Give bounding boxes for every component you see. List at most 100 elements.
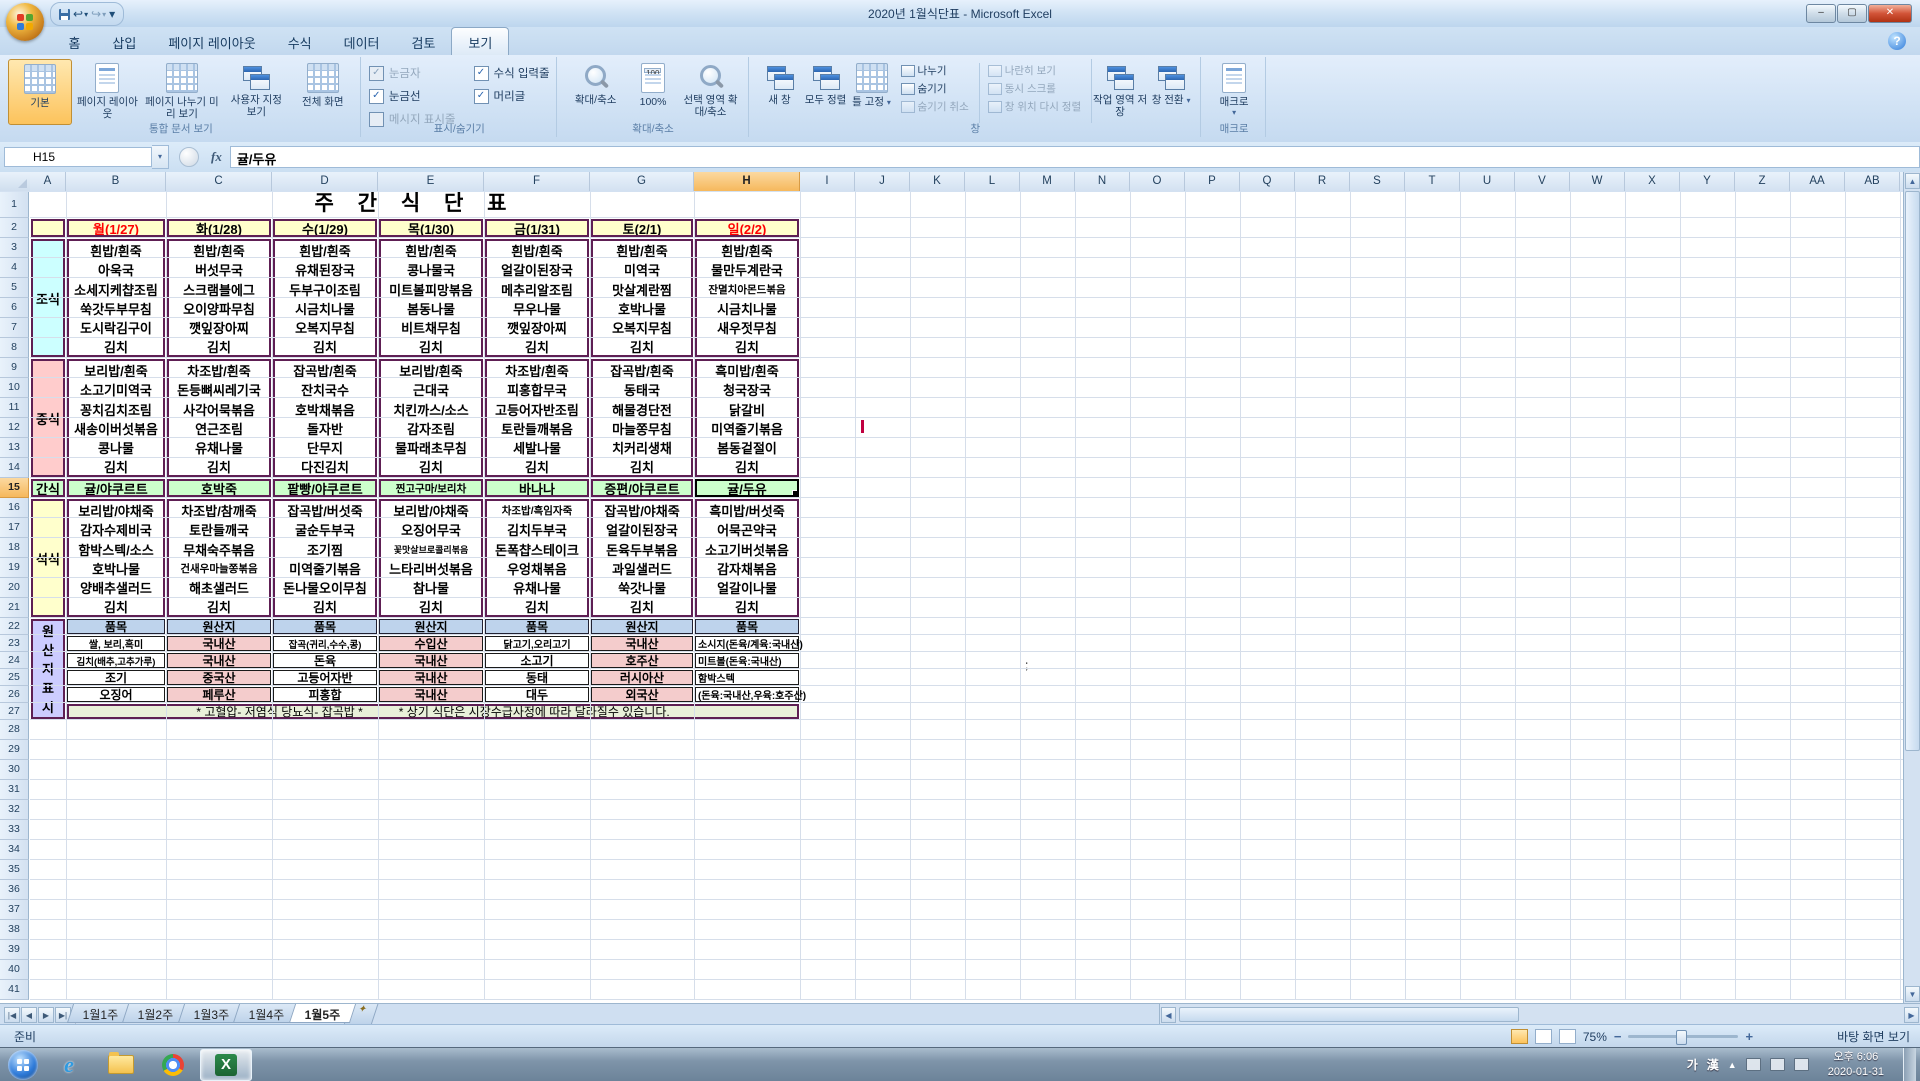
select-all-corner[interactable]	[0, 172, 31, 191]
zoom-to-selection-button[interactable]: 선택 영역 확대/축소	[680, 59, 742, 123]
column-header-J[interactable]: J	[855, 172, 910, 191]
origin-cell[interactable]: 국내산	[591, 636, 693, 651]
origin-cell[interactable]: 국내산	[167, 653, 271, 668]
page-break-preview-button[interactable]: 페이지 나누기 미리 보기	[143, 59, 221, 123]
column-header-AA[interactable]: AA	[1790, 172, 1845, 191]
column-header-H[interactable]: H	[694, 172, 800, 191]
maximize-button[interactable]: ▢	[1837, 4, 1867, 23]
taskbar-clock[interactable]: 오후 6:06 2020-01-31	[1818, 1050, 1894, 1079]
ribbon-tab-페이지 레이아웃[interactable]: 페이지 레이아웃	[152, 28, 271, 56]
zoom-in-icon[interactable]: +	[1745, 1029, 1753, 1044]
page-break-preview-icon[interactable]	[1558, 1029, 1576, 1044]
row-header-34[interactable]: 34	[0, 840, 29, 860]
row-header-21[interactable]: 21	[0, 598, 29, 618]
origin-header-cell[interactable]: 품목	[273, 619, 377, 634]
column-header-V[interactable]: V	[1515, 172, 1570, 191]
normal-view-button[interactable]: 기본	[8, 59, 72, 125]
unhide-button[interactable]: 숨기기 취소	[900, 99, 969, 114]
headings-checkbox[interactable]: ✓ 머리글	[473, 88, 550, 104]
column-header-A[interactable]: A	[30, 172, 66, 191]
origin-cell[interactable]: (돈육:국내산,우육:호주산)	[695, 687, 806, 702]
row-header-13[interactable]: 13	[0, 438, 29, 458]
origin-cell[interactable]: 국내산	[167, 636, 271, 651]
corner-label-cell[interactable]	[31, 219, 65, 237]
name-box-dropdown-icon[interactable]: ▾	[152, 145, 169, 169]
tray-keyboard-icon[interactable]	[1745, 1058, 1761, 1071]
hidden-icons-icon[interactable]: ▲	[1728, 1060, 1737, 1070]
ribbon-tab-데이터[interactable]: 데이터	[328, 28, 396, 56]
origin-cell[interactable]: 대두	[485, 687, 589, 702]
column-header-Y[interactable]: Y	[1680, 172, 1735, 191]
snack-cell[interactable]: 찐고구마/보리차	[379, 479, 483, 497]
snack-cell[interactable]: 팥빵/야쿠르트	[273, 479, 377, 497]
origin-cell[interactable]: 페루산	[167, 687, 271, 702]
row-header-17[interactable]: 17	[0, 518, 29, 538]
column-header-P[interactable]: P	[1185, 172, 1240, 191]
scroll-down-icon[interactable]: ▼	[1905, 986, 1920, 1002]
formula-bar-checkbox[interactable]: ✓ 수식 입력줄	[473, 65, 550, 81]
row-header-11[interactable]: 11	[0, 398, 29, 418]
freeze-panes-button[interactable]: 틀 고정 ▾	[849, 59, 895, 123]
column-header-I[interactable]: I	[800, 172, 855, 191]
row-header-19[interactable]: 19	[0, 558, 29, 578]
sheet-grid[interactable]: 주 간 식 단 표 월(1/27) 화(1/28) 수(1/29) 목(1/30) 금(…	[0, 192, 1903, 1003]
page-layout-view-button[interactable]: 페이지 레이아웃	[76, 59, 138, 123]
snack-cell[interactable]: 증편/야쿠르트	[591, 479, 693, 497]
origin-header-cell[interactable]: 원산지	[379, 619, 483, 634]
row-header-30[interactable]: 30	[0, 760, 29, 780]
reset-window-position-button[interactable]: 창 위치 다시 정렬	[987, 99, 1081, 114]
custom-views-button[interactable]: 사용자 지정 보기	[225, 59, 287, 123]
scroll-left-icon[interactable]: ◀	[1161, 1006, 1176, 1023]
zoom-slider-knob[interactable]	[1676, 1030, 1688, 1045]
column-header-X[interactable]: X	[1625, 172, 1680, 191]
start-button[interactable]	[8, 1049, 38, 1080]
column-header-T[interactable]: T	[1405, 172, 1460, 191]
origin-cell[interactable]: 중국산	[167, 670, 271, 685]
switch-windows-button[interactable]: 창 전환 ▾	[1148, 59, 1194, 123]
excel-taskbar-icon[interactable]: X	[200, 1048, 252, 1081]
insert-function-icon[interactable]	[179, 147, 199, 167]
new-window-button[interactable]: 새 창	[757, 59, 803, 123]
split-button[interactable]: 나누기	[900, 63, 969, 78]
name-box[interactable]: H15	[4, 147, 152, 167]
row-header-33[interactable]: 33	[0, 820, 29, 840]
row-header-37[interactable]: 37	[0, 900, 29, 920]
formula-input[interactable]: 귤/두유	[229, 146, 1920, 168]
origin-cell[interactable]: 잡곡(귀리,수수,콩)	[273, 636, 377, 651]
column-header-O[interactable]: O	[1130, 172, 1185, 191]
column-header-M[interactable]: M	[1020, 172, 1075, 191]
snack-cell[interactable]: 호박죽	[167, 479, 271, 497]
save-workspace-button[interactable]: 작업 영역 저장	[1091, 59, 1148, 123]
origin-cell[interactable]: 외국산	[591, 687, 693, 702]
row-header-35[interactable]: 35	[0, 860, 29, 880]
chrome-icon[interactable]	[148, 1050, 198, 1080]
ribbon-tab-홈[interactable]: 홈	[52, 28, 96, 56]
column-header-N[interactable]: N	[1075, 172, 1130, 191]
column-header-B[interactable]: B	[66, 172, 166, 191]
synchronous-scrolling-button[interactable]: 동시 스크롤	[987, 81, 1081, 96]
origin-header-cell[interactable]: 품목	[695, 619, 799, 634]
column-header-S[interactable]: S	[1350, 172, 1405, 191]
windows-explorer-icon[interactable]	[96, 1050, 146, 1080]
origin-cell[interactable]: 함박스텍	[695, 670, 799, 685]
arrange-all-button[interactable]: 모두 정렬	[803, 59, 849, 123]
row-header-6[interactable]: 6	[0, 298, 29, 318]
origin-cell[interactable]: 미트볼(돈육:국내산)	[695, 653, 799, 668]
day-header[interactable]: 화(1/28)	[167, 219, 271, 237]
column-header-L[interactable]: L	[965, 172, 1020, 191]
column-header-U[interactable]: U	[1460, 172, 1515, 191]
help-icon[interactable]: ?	[1888, 32, 1906, 50]
origin-cell[interactable]: 소시지(돈육/계육:국내산)	[695, 636, 803, 651]
tray-volume-icon[interactable]	[1793, 1058, 1809, 1071]
origin-cell[interactable]: 고등어자반	[273, 670, 377, 685]
normal-view-icon[interactable]	[1510, 1029, 1528, 1044]
show-desktop-button[interactable]	[1903, 1048, 1916, 1081]
column-header-Q[interactable]: Q	[1240, 172, 1295, 191]
row-header-14[interactable]: 14	[0, 458, 29, 478]
office-button[interactable]	[6, 3, 44, 41]
column-header-C[interactable]: C	[166, 172, 272, 191]
hide-button[interactable]: 숨기기	[900, 81, 969, 96]
column-header-Z[interactable]: Z	[1735, 172, 1790, 191]
row-header-12[interactable]: 12	[0, 418, 29, 438]
origin-header-cell[interactable]: 원산지	[591, 619, 693, 634]
